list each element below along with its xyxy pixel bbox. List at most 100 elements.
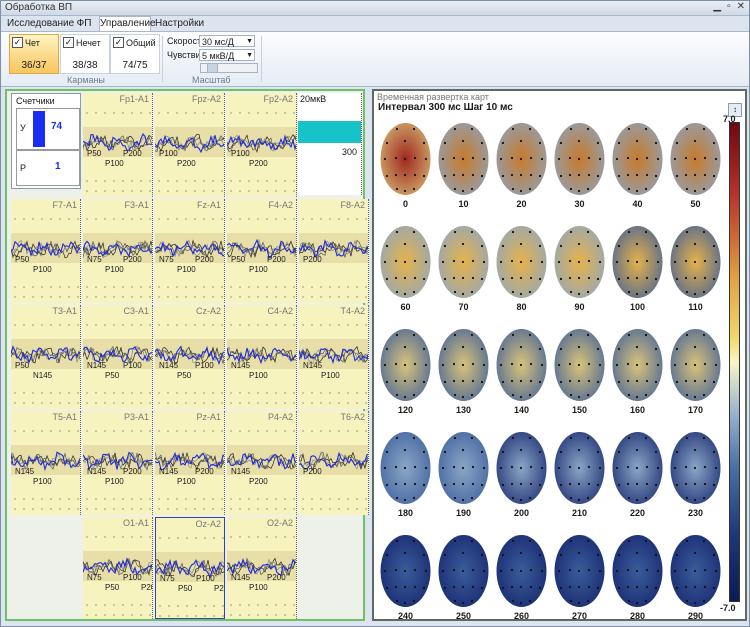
grid-dot [329,430,331,432]
electrode-dot [577,189,581,193]
channel-cell[interactable]: Oz-A2N75P50P100P200 [155,517,225,619]
pocket-total[interactable]: ✓ Общий 74/75 [110,34,160,74]
electrode-dot [586,290,590,294]
channel-cell[interactable]: T6-A2 P200 [299,411,369,515]
topographic-map[interactable]: 230 [669,430,722,518]
speed-select[interactable]: 30 мс/Д ▼ [199,35,255,47]
channel-cell[interactable]: T4-A2 N145 P100 [299,305,369,409]
grid-dot [329,218,331,220]
topographic-map[interactable]: 150 [553,327,606,415]
electrode-dot [617,553,621,557]
grid-dot [23,296,25,298]
channel-cell[interactable]: Fz-A1 N75 P100 P200 [155,199,225,303]
topographic-map[interactable]: 80 [495,224,548,312]
electrode-dot [577,585,581,589]
topographic-map[interactable]: 200 [495,430,548,518]
grid-dot [293,402,295,404]
electrode-dot [403,157,407,161]
channel-cell[interactable]: T5-A1 N145 P100 [11,411,81,515]
waveform-trace [299,241,368,257]
grid-dot [347,286,349,288]
tab-control[interactable]: Управление [99,16,156,32]
grid-dot [176,498,178,500]
topographic-map[interactable]: 0 [379,121,432,209]
topographic-map[interactable]: 250 [437,533,490,621]
channel-cell[interactable]: F4-A2 P50 P100 P200 [227,199,297,303]
channel-cell[interactable]: C3-A1 N145 P50 P100 [83,305,153,409]
grid-dot [104,392,106,394]
electrode-dot [461,569,465,573]
grid-dot [14,402,16,404]
electrode-dot [529,379,533,383]
channel-cell[interactable]: T3-A1 P50 N145 [11,305,81,409]
topographic-map[interactable]: 160 [611,327,664,415]
tab-research[interactable]: Исследование [7,17,74,31]
topographic-map[interactable]: 110 [669,224,722,312]
topographic-map[interactable]: 170 [669,327,722,415]
topographic-map[interactable]: 290 [669,533,722,621]
electrode-dot [482,260,486,264]
electrode-dot [587,362,591,366]
electrode-dot [693,363,697,367]
topographic-map[interactable]: 120 [379,327,432,415]
topographic-map[interactable]: 130 [437,327,490,415]
tab-settings[interactable]: Настройки [155,17,204,31]
topographic-map[interactable]: 190 [437,430,490,518]
grid-dot [86,498,88,500]
electrode-dot [470,230,474,234]
channel-cell[interactable]: Cz-A2 N145 P50 P100 [155,305,225,409]
tab-fp[interactable]: ФП [73,17,95,31]
topographic-map[interactable]: 260 [495,533,548,621]
scale-scrollbar[interactable] [200,63,258,73]
topographic-map[interactable]: 210 [553,430,606,518]
topographic-map[interactable]: 60 [379,224,432,312]
channel-cell[interactable]: Fpz-A2 P100 P200 [155,93,225,197]
grid-dot [266,286,268,288]
channel-cell[interactable]: O2-A2 N145 P100 P200 [227,517,297,619]
topographic-map[interactable]: 90 [553,224,606,312]
electrode-dot [693,292,697,296]
close-icon[interactable]: ✕ [737,1,745,12]
channel-cell[interactable]: O1-A1N75P50P100P200 [83,517,153,619]
channel-cell[interactable]: F8-A2 P200 [299,199,369,303]
channel-cell[interactable]: P4-A2 N145 P200 [227,411,297,515]
topographic-map[interactable]: 30 [553,121,606,209]
scrollbar-thumb[interactable] [207,64,218,72]
head-map-graphic [438,123,489,195]
topographic-map[interactable]: 10 [437,121,490,209]
check-icon[interactable]: ✓ [113,37,124,48]
topographic-map[interactable]: 270 [553,533,606,621]
channel-cell[interactable]: Fp2-A2 P100 P200 [227,93,297,197]
topographic-map[interactable]: 100 [611,224,664,312]
pocket-odd[interactable]: ✓ Нечет 38/38 [60,34,110,74]
channel-cell[interactable]: C4-A2 N145 P100 [227,305,297,409]
check-icon[interactable]: ✓ [12,37,23,48]
topographic-map[interactable]: 140 [495,327,548,415]
topographic-map[interactable]: 240 [379,533,432,621]
electrode-dot [635,276,639,280]
grid-dot [77,430,79,432]
channel-cell[interactable]: Pz-A1 N145 P100 P200 [155,411,225,515]
topographic-map[interactable]: 70 [437,224,490,312]
topographic-map[interactable]: 220 [611,430,664,518]
channel-cell[interactable]: F3-A1 N75 P100 P200 [83,199,153,303]
electrode-dot [519,466,523,470]
channel-cell[interactable]: F7-A1 P50 P100 [11,199,81,303]
channel-cell[interactable]: P3-A1 N145 P100 P200 [83,411,153,515]
topographic-map[interactable]: 20 [495,121,548,209]
topographic-map[interactable]: 180 [379,430,432,518]
electrode-dot [654,277,658,281]
topographic-map[interactable]: 40 [611,121,664,209]
electrode-dot [403,466,407,470]
grid-dot [212,112,214,114]
pocket-even[interactable]: ✓ Чет 36/37 [9,34,59,74]
check-icon[interactable]: ✓ [63,37,74,48]
channel-cell[interactable]: Fp1-A1 P50 P100 P200 [83,93,153,197]
maximize-icon[interactable]: ▫ [727,1,731,12]
sensitivity-select[interactable]: 5 мкВ/Д ▼ [199,49,255,61]
topographic-map[interactable]: 280 [611,533,664,621]
grid-dot [203,324,205,326]
minimize-icon[interactable]: ▁ [713,1,721,12]
grid-dot [275,498,277,500]
topographic-map[interactable]: 50 [669,121,722,209]
